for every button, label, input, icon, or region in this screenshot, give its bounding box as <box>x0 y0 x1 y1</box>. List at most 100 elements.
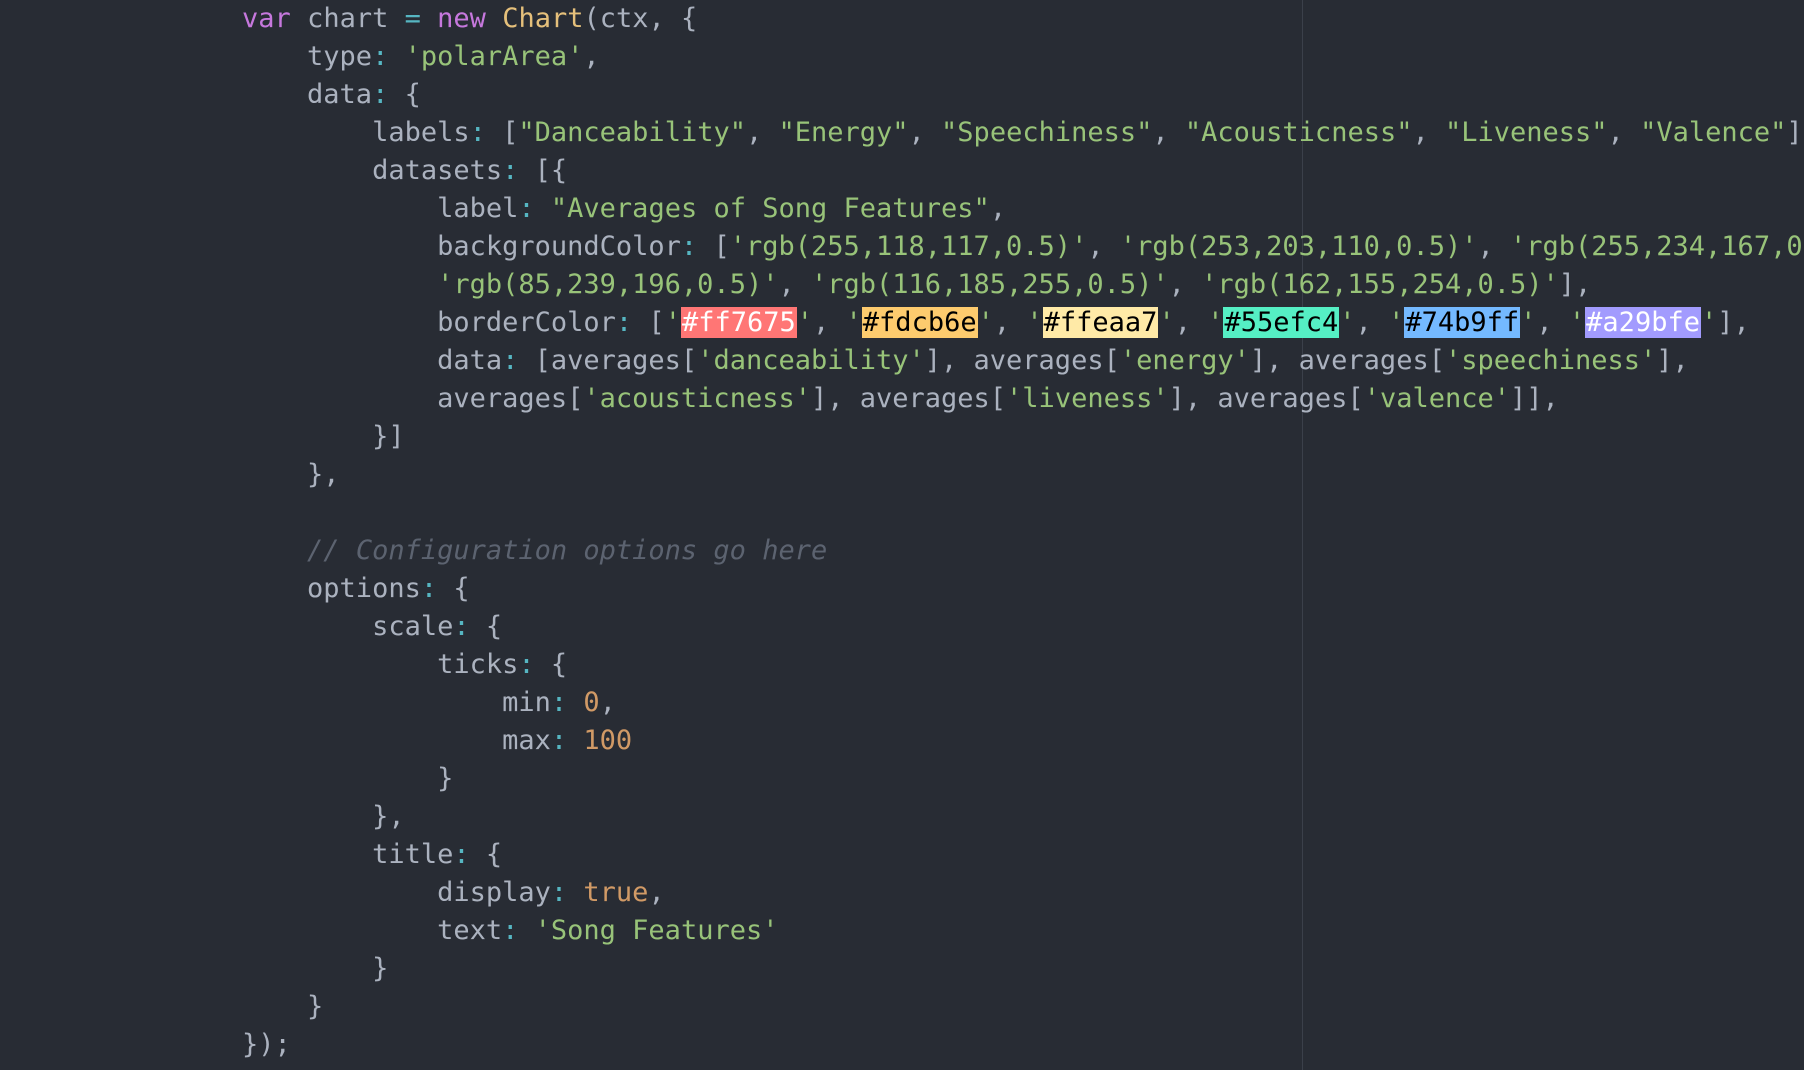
code-line[interactable]: }, <box>177 456 1804 494</box>
code-token-operator: : <box>453 839 470 870</box>
code-line[interactable]: } <box>177 988 1804 1026</box>
code-line[interactable]: data: { <box>177 76 1804 114</box>
code-line[interactable]: datasets: [{ <box>177 152 1804 190</box>
code-line[interactable]: borderColor: ['#ff7675', '#fdcb6e', '#ff… <box>177 304 1804 342</box>
code-token-string: ' <box>1700 307 1718 338</box>
code-token-string: 'rgb(116,185,255,0.5)' <box>810 269 1169 300</box>
code-token-string: 'rgb(253,203,110,0.5)' <box>1119 231 1478 262</box>
code-token-punct: [ <box>485 117 519 148</box>
code-token-string: 'polarArea' <box>404 41 584 72</box>
code-line[interactable]: }); <box>177 1026 1804 1064</box>
code-token-punct <box>177 535 307 566</box>
code-token-string: ' <box>1339 307 1356 338</box>
code-token-punct: , <box>813 307 846 338</box>
code-token-string: 'valence' <box>1363 383 1510 414</box>
code-token-punct <box>177 269 437 300</box>
code-line[interactable]: display: true, <box>177 874 1804 912</box>
color-swatch: #ff7675 <box>680 307 797 338</box>
code-token-punct: , <box>583 41 600 72</box>
code-line[interactable]: type: 'polarArea', <box>177 38 1804 76</box>
code-line[interactable]: } <box>177 760 1804 798</box>
code-token-variable: backgroundColor <box>177 231 681 262</box>
code-line[interactable]: ticks: { <box>177 646 1804 684</box>
code-token-punct: , <box>908 117 942 148</box>
code-token-punct: ], <box>1717 307 1750 338</box>
code-token-punct: ], <box>1656 345 1689 376</box>
code-token-operator: : <box>453 611 470 642</box>
code-token-class: Chart <box>502 3 584 34</box>
code-token-punct <box>421 3 437 34</box>
code-token-string: "Averages of Song Features" <box>550 193 990 224</box>
code-token-string: 'energy' <box>1119 345 1250 376</box>
code-token-variable: type <box>177 41 373 72</box>
code-line[interactable]: min: 0, <box>177 684 1804 722</box>
code-token-punct <box>177 3 242 34</box>
color-swatch: #ffeaa7 <box>1042 307 1159 338</box>
code-line[interactable]: // Configuration options go here <box>177 532 1804 570</box>
code-token-variable: datasets <box>177 155 503 186</box>
code-token-punct: } <box>177 953 389 984</box>
code-token-punct: { <box>469 611 503 642</box>
code-line[interactable]: options: { <box>177 570 1804 608</box>
code-token-string: ' <box>1520 307 1537 338</box>
code-token-string: ' <box>1568 307 1586 338</box>
code-token-keyword: var <box>242 3 291 34</box>
code-token-variable: scale <box>177 611 454 642</box>
code-line[interactable]: label: "Averages of Song Features", <box>177 190 1804 228</box>
code-token-number: 0 <box>583 687 600 718</box>
code-line[interactable]: }] <box>177 418 1804 456</box>
code-token-punct: averages[ <box>177 383 584 414</box>
code-token-operator: : <box>518 193 535 224</box>
code-line[interactable] <box>177 494 1804 532</box>
code-token-punct: , <box>1355 307 1389 338</box>
code-token-punct: { <box>534 649 568 680</box>
code-token-punct <box>567 725 583 756</box>
code-token-string: "Energy" <box>778 117 909 148</box>
code-view[interactable]: var chart = new Chart(ctx, { type: 'pola… <box>177 0 1804 1064</box>
code-token-punct: (ctx, { <box>583 3 698 34</box>
color-swatch: #a29bfe <box>1585 307 1701 338</box>
code-token-punct: ], <box>1558 269 1592 300</box>
code-line[interactable]: scale: { <box>177 608 1804 646</box>
code-token-punct: , <box>745 117 779 148</box>
code-token-string: ' <box>1158 307 1175 338</box>
code-line[interactable]: } <box>177 950 1804 988</box>
code-token-punct: [averages[ <box>518 345 698 376</box>
code-line[interactable]: data: [averages['danceability'], average… <box>177 342 1804 380</box>
code-line[interactable]: title: { <box>177 836 1804 874</box>
code-line[interactable]: text: 'Song Features' <box>177 912 1804 950</box>
code-token-punct <box>388 41 404 72</box>
code-line[interactable]: 'rgb(85,239,196,0.5)', 'rgb(116,185,255,… <box>177 266 1804 304</box>
code-token-string: ' <box>796 307 814 338</box>
code-line[interactable]: backgroundColor: ['rgb(255,118,117,0.5)'… <box>177 228 1804 266</box>
code-line[interactable]: labels: ["Danceability", "Energy", "Spee… <box>177 114 1804 152</box>
code-line[interactable]: averages['acousticness'], averages['live… <box>177 380 1804 418</box>
code-token-operator: : <box>615 307 633 338</box>
code-token-string: 'liveness' <box>1006 383 1169 414</box>
code-token-punct: } <box>177 763 454 794</box>
code-token-punct: , <box>599 687 616 718</box>
code-token-punct: ], averages[ <box>810 383 1007 414</box>
code-token-punct: ], averages[ <box>924 345 1120 376</box>
code-token-string: "Speechiness" <box>941 117 1153 148</box>
code-token-string: 'danceability' <box>697 345 925 376</box>
code-token-string: 'rgb(162,155,254,0.5)' <box>1201 269 1559 300</box>
code-line[interactable]: max: 100 <box>177 722 1804 760</box>
code-token-string: "Danceability" <box>518 117 746 148</box>
code-token-string: 'rgb(255,234,167,0.5)' <box>1509 231 1804 262</box>
code-token-punct: }); <box>177 1029 291 1060</box>
code-token-punct: { <box>437 573 470 604</box>
code-token-string: ' <box>977 307 994 338</box>
code-token-punct: } <box>177 991 324 1022</box>
code-token-string: 'speechiness' <box>1444 345 1657 376</box>
code-token-operator: : <box>469 117 486 148</box>
code-token-comment: // Configuration options go here <box>307 535 828 566</box>
code-token-variable: options <box>177 573 421 604</box>
code-line[interactable]: }, <box>177 798 1804 836</box>
code-line[interactable]: var chart = new Chart(ctx, { <box>177 0 1804 38</box>
code-editor[interactable]: var chart = new Chart(ctx, { type: 'pola… <box>0 0 1804 1070</box>
code-token-operator: : <box>502 155 519 186</box>
code-token-punct: , <box>1168 269 1202 300</box>
code-token-operator: : <box>680 231 698 262</box>
code-token-punct: , <box>1152 117 1185 148</box>
